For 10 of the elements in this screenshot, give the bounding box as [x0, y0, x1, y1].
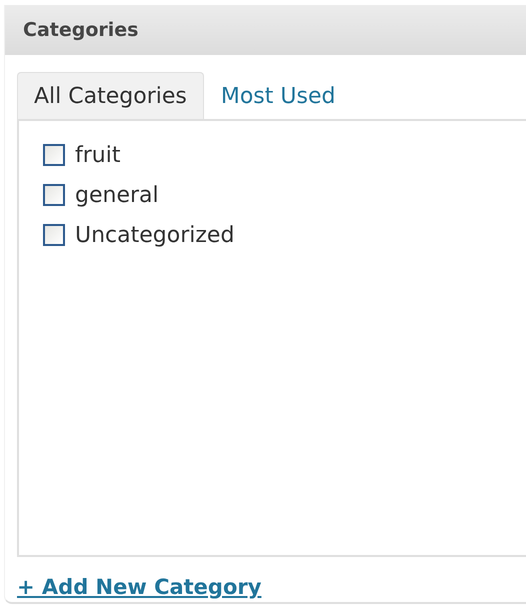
- category-label: Uncategorized: [75, 222, 234, 248]
- checkbox[interactable]: [43, 144, 65, 166]
- tab[interactable]: All Categories: [17, 72, 204, 119]
- checkbox[interactable]: [43, 184, 65, 206]
- panel-title: Categories: [23, 19, 138, 41]
- checkbox[interactable]: [43, 224, 65, 246]
- add-category-link[interactable]: + Add New Category: [17, 575, 262, 599]
- category-label: fruit: [75, 142, 120, 168]
- tab[interactable]: Most Used: [204, 72, 352, 119]
- category-label: general: [75, 182, 159, 208]
